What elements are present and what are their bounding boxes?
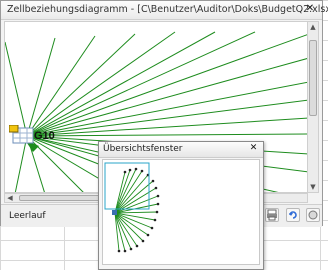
- vertical-scrollbar[interactable]: ▲ ▼: [307, 21, 319, 193]
- scroll-down-icon[interactable]: ▼: [308, 182, 318, 192]
- overview-diagram: [104, 162, 160, 253]
- title-bar: Zellbeziehungsdiagramm - [C\Benutzer\Aud…: [1, 1, 328, 20]
- scroll-left-icon[interactable]: ◀: [5, 193, 15, 203]
- window-title: Zellbeziehungsdiagramm - [C\Benutzer\Aud…: [7, 4, 328, 15]
- vertical-scroll-thumb[interactable]: [309, 40, 317, 116]
- node-label: G10: [34, 130, 55, 142]
- overview-title-bar: Übersichtsfenster ✕: [99, 142, 263, 158]
- overview-title: Übersichtsfenster: [103, 144, 183, 154]
- overview-window: Übersichtsfenster ✕: [98, 141, 264, 270]
- refresh-icon[interactable]: [286, 208, 300, 222]
- close-icon[interactable]: ✕: [304, 3, 316, 15]
- overview-canvas[interactable]: [102, 159, 260, 265]
- cell-icon[interactable]: [8, 124, 35, 145]
- stop-icon[interactable]: [306, 208, 320, 222]
- close-icon[interactable]: ✕: [248, 143, 259, 154]
- print-icon[interactable]: [265, 208, 279, 222]
- status-text: Leerlauf: [9, 211, 46, 221]
- scroll-up-icon[interactable]: ▲: [308, 22, 318, 32]
